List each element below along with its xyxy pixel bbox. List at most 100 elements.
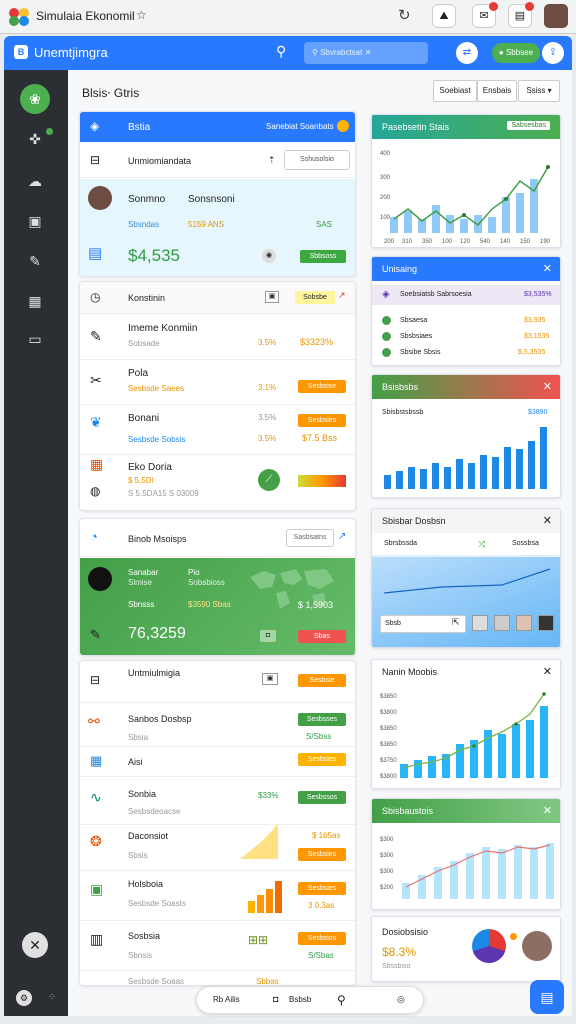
chart-bar xyxy=(480,455,487,489)
header-action-button[interactable]: ● Sbbsee xyxy=(492,43,540,63)
camera-icon[interactable]: ◘ xyxy=(273,994,278,1004)
main-card-filter[interactable]: Sshusolsio xyxy=(284,150,350,170)
list-item-pill[interactable]: Sesbsise xyxy=(298,380,346,393)
refresh-icon[interactable]: ◉ xyxy=(262,249,276,263)
chevron-icon: ◈ xyxy=(382,289,390,300)
feed-item-button[interactable]: Sesbsies xyxy=(298,848,346,861)
list-card-tag[interactable]: Sobsbe xyxy=(295,291,335,304)
ranking-card: Unisaing ✕ ◈ Soebsiatsb Sabrsoesia $3,53… xyxy=(371,256,561,366)
notification-icon[interactable]: ✉ xyxy=(472,2,498,28)
summary-title: Dosiobsisio xyxy=(382,927,429,937)
photo-icon[interactable]: ▣ xyxy=(262,673,278,685)
green-card-button[interactable]: Sbas xyxy=(298,630,346,643)
feed-item[interactable] xyxy=(80,921,355,971)
stat-left: Sbsndas xyxy=(128,220,160,229)
feed-item-sub: Sesbsdeoacse xyxy=(128,807,181,816)
close-icon[interactable]: ✕ xyxy=(543,804,552,817)
feed-item-button[interactable]: Sesbsses xyxy=(298,713,346,726)
close-icon[interactable]: ✕ xyxy=(22,932,48,958)
feed-item[interactable] xyxy=(80,871,355,921)
feed-item-button[interactable]: Sesbsios xyxy=(298,932,346,945)
sidebar-item-chart[interactable]: ▦ xyxy=(24,290,46,312)
home-icon[interactable]: ❀ xyxy=(20,84,50,114)
sidebar-item-edit[interactable]: ✎ xyxy=(24,250,46,272)
chart-bar xyxy=(446,215,454,233)
toolbar-button-1[interactable]: Soebiast xyxy=(433,80,477,102)
list-item[interactable] xyxy=(80,405,355,455)
feed-item-value: 3 0.3as xyxy=(308,901,335,910)
bell-icon[interactable]: ▤ xyxy=(508,2,534,28)
save-fab-button[interactable]: ▤ xyxy=(530,980,564,1014)
link-icon[interactable]: ⟋ xyxy=(258,469,280,491)
sidebar-item-image[interactable]: ▭ xyxy=(24,328,46,350)
search-icon[interactable]: ⚲ xyxy=(276,43,286,60)
bottom-mid-label[interactable]: Bsbsb xyxy=(289,995,311,1004)
chart-bar xyxy=(400,764,408,778)
feed-item-button[interactable]: Sesbsies xyxy=(298,753,346,766)
y-tick-label: 100 xyxy=(380,215,391,221)
extension-icon[interactable]: ⛰ xyxy=(432,4,456,28)
feed-item-value: S/Sbas xyxy=(308,951,334,960)
close-icon[interactable]: ✕ xyxy=(543,514,552,527)
chart-line xyxy=(393,166,549,227)
share-icon[interactable]: ⇄ xyxy=(456,42,478,64)
feed-item-title: Sonbia xyxy=(128,789,157,799)
camera-icon[interactable]: ◘ xyxy=(260,630,276,642)
feed-item-button[interactable]: Sesbsies xyxy=(298,882,346,895)
tab-title[interactable]: Simulaia Ekonomil xyxy=(36,9,135,23)
bottom-left-label[interactable]: Rb Ailis xyxy=(213,995,240,1004)
chart-card-5: Nanin Moobis ✕ $3850 $3800 $3850 $3850 $37… xyxy=(371,659,561,789)
sidebar-item-docs[interactable]: ▣ xyxy=(24,210,46,232)
grid-icon: ▦ xyxy=(90,753,103,768)
chart-point xyxy=(504,197,508,201)
feed-item-button[interactable]: Sesbsie xyxy=(298,674,346,687)
chart-card-1-action[interactable]: Sabsesbas xyxy=(507,121,550,130)
feed-item-sub: Sbsia xyxy=(128,733,149,742)
chart-bar xyxy=(514,845,522,899)
toolbar-button-2[interactable]: Ensbais xyxy=(477,80,517,102)
info-icon[interactable] xyxy=(337,120,349,132)
search-icon[interactable]: ⚲ xyxy=(337,993,346,1007)
chart-bar xyxy=(526,720,534,778)
help-icon[interactable]: ◎ xyxy=(397,994,405,1005)
chart-card-3-title: Bsisbsbs xyxy=(382,382,419,392)
star-icon[interactable]: ☆ xyxy=(136,8,147,22)
sidebar-item-games[interactable]: ✜ xyxy=(24,128,46,150)
leaf-icon: ❦ xyxy=(90,414,102,430)
chart-bar xyxy=(384,475,391,489)
x-tick-label: 140 xyxy=(500,239,511,245)
avatar[interactable] xyxy=(544,4,568,28)
chart-bar xyxy=(546,843,554,899)
image-icon[interactable]: ▣ xyxy=(265,291,279,303)
main-card-action[interactable]: Sanebiat Soanbats xyxy=(266,122,334,131)
toolbar-button-3[interactable]: Ssiss ▾ xyxy=(518,80,560,102)
list-item-pill[interactable]: Sesbsies xyxy=(298,414,346,427)
x-tick-label: 150 xyxy=(520,239,531,245)
reload-icon[interactable]: ↻ xyxy=(398,6,411,24)
trend-icon: ↗ xyxy=(338,290,346,300)
thumb-icon[interactable] xyxy=(494,615,510,631)
amount-button[interactable]: Sbbsoss xyxy=(300,250,346,263)
green-big-value: 76,3259 xyxy=(128,625,186,642)
settings-icon[interactable]: ⚙ xyxy=(16,990,32,1006)
sidebar-item-cloud[interactable]: ☁ xyxy=(24,170,46,192)
upload-icon[interactable]: ⇪ xyxy=(542,42,564,64)
list-item-sub: Sobsade xyxy=(128,339,160,348)
thumb-icon[interactable] xyxy=(538,615,554,631)
expand-icon[interactable]: ⁘ xyxy=(48,992,56,1003)
ranking-row-label: Sbsbsiaes xyxy=(400,333,433,340)
chart-card-3-value: $3890 xyxy=(528,409,548,416)
feed-item-button[interactable]: Sesbssos xyxy=(298,791,346,804)
thumb-icon[interactable] xyxy=(516,615,532,631)
close-icon[interactable]: ✕ xyxy=(543,380,552,393)
close-icon[interactable]: ✕ xyxy=(543,262,552,275)
green-card-filter[interactable]: Sasbsatns xyxy=(286,529,334,547)
arrow-icon[interactable]: ↗ xyxy=(338,531,346,542)
chart-line xyxy=(405,844,551,888)
feed-item-sub: Sesbsde Soasts xyxy=(128,899,186,908)
close-icon[interactable]: ✕ xyxy=(543,665,552,678)
search-input[interactable]: ⚲ Sbvrabctsat ✕ xyxy=(304,42,428,64)
green-label-2b: Sobsbioss xyxy=(188,578,225,587)
thumb-icon[interactable] xyxy=(472,615,488,631)
feed-item-sub: Sbnsis xyxy=(128,951,153,960)
